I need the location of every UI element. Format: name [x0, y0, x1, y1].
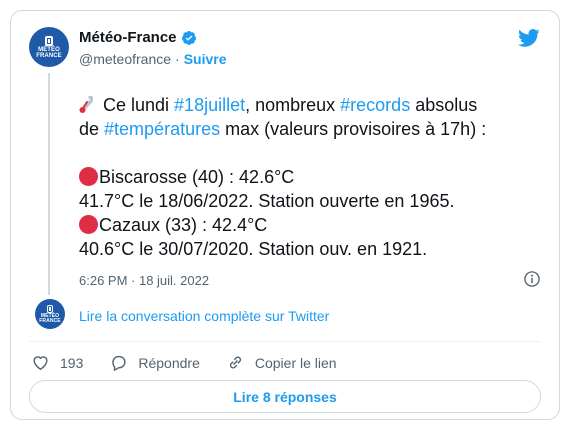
tweet-actions: 193 Répondre Copier le lien [31, 353, 363, 372]
thread-line [48, 73, 50, 295]
red-circle-icon [79, 215, 98, 234]
like-count: 193 [60, 354, 84, 371]
tweet-text-fragment: max (valeurs provisoires à 17h) : [220, 119, 487, 139]
author-display-name[interactable]: Météo-France [79, 29, 177, 46]
tweet-line-1: Ce lundi #18juillet, nombreux #records a… [79, 93, 549, 117]
red-circle-icon [79, 167, 98, 186]
author-handle-row: @meteofrance · Suivre [79, 51, 227, 67]
conversation-avatar: MÉTÉO FRANCE [35, 299, 65, 329]
tweet-line-2: de #températures max (valeurs provisoire… [79, 117, 549, 141]
heart-icon [33, 356, 48, 370]
record-cazaux-previous: 40.6°C le 30/07/2020. Station ouv. en 19… [79, 239, 428, 259]
record-biscarosse-previous: 41.7°C le 18/06/2022. Station ouverte en… [79, 191, 455, 211]
follow-link[interactable]: Suivre [184, 51, 227, 67]
copy-link-label: Copier le lien [254, 354, 337, 371]
thermometer-icon [79, 96, 93, 113]
reply-icon [112, 355, 126, 371]
hashtag-records[interactable]: #records [340, 95, 410, 115]
link-icon [229, 356, 241, 369]
tweet-text-fragment: absolus [410, 95, 478, 115]
read-conversation-link[interactable]: Lire la conversation complète sur Twitte… [79, 308, 329, 324]
read-replies-button[interactable]: Lire 8 réponses [29, 380, 541, 413]
tweet-text-fragment: Ce lundi [103, 95, 175, 115]
reply-label: Répondre [138, 354, 200, 371]
hashtag-18juillet[interactable]: #18juillet [174, 95, 245, 115]
meteo-france-logo-icon [45, 35, 53, 46]
info-icon[interactable] [523, 270, 541, 288]
like-action[interactable]: 193 [31, 353, 83, 372]
handle-separator: · [175, 51, 180, 67]
avatar-text-2: FRANCE [36, 52, 62, 59]
record-biscarosse: Biscarosse (40) : 42.6°C [79, 165, 549, 189]
author-handle[interactable]: @meteofrance [79, 51, 171, 67]
divider [29, 341, 541, 342]
copy-link-action[interactable]: Copier le lien [226, 353, 337, 372]
hashtag-temperatures[interactable]: #températures [104, 119, 220, 139]
author-name-row: Météo-France [79, 29, 197, 46]
record-cazaux: Cazaux (33) : 42.4°C [79, 213, 549, 237]
avatar-text-2: FRANCE [39, 317, 61, 324]
tweet-text-fragment: de [79, 119, 105, 139]
tweet-timestamp[interactable]: 6:26 PM · 18 juil. 2022 [79, 273, 209, 288]
meteo-france-logo-icon [47, 304, 53, 313]
author-avatar[interactable]: MÉTÉO FRANCE [29, 27, 69, 67]
reply-action[interactable]: Répondre [109, 353, 200, 372]
verified-badge-icon [181, 30, 196, 45]
tweet-text-fragment: , nombreux [245, 95, 341, 115]
record-station: Cazaux (33) : 42.4°C [99, 215, 268, 235]
twitter-logo-icon[interactable] [517, 27, 541, 49]
record-station: Biscarosse (40) : 42.6°C [99, 167, 295, 187]
tweet-text: Ce lundi #18juillet, nombreux #records a… [79, 93, 549, 261]
embedded-tweet-card: MÉTÉO FRANCE Météo-France @meteofrance ·… [10, 10, 560, 420]
